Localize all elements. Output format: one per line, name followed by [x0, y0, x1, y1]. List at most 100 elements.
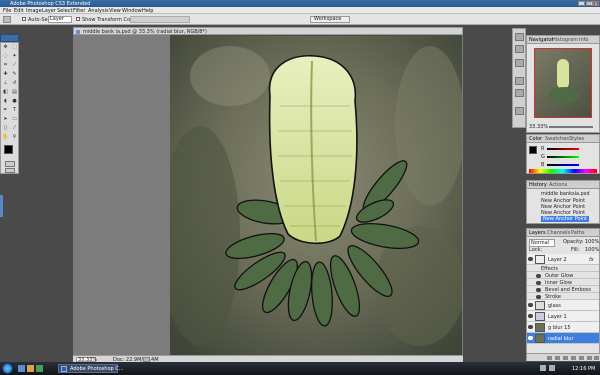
- color-fg-swatch[interactable]: [529, 146, 537, 154]
- tray-icon-network[interactable]: [540, 365, 546, 371]
- eraser-tool-icon[interactable]: ◧: [2, 89, 9, 96]
- clone-stamp-tool-icon[interactable]: ⊥: [2, 80, 9, 87]
- pen-tool-icon[interactable]: ✒: [2, 107, 9, 114]
- blur-tool-icon[interactable]: ◖: [2, 98, 9, 105]
- effect-row[interactable]: Inner Glow: [527, 279, 599, 286]
- new-group-icon[interactable]: [579, 356, 584, 360]
- close-button[interactable]: x: [593, 1, 599, 6]
- crop-tool-icon[interactable]: ⌗: [2, 62, 9, 69]
- notes-tool-icon[interactable]: ▯: [2, 125, 9, 132]
- panel-icon-3[interactable]: [515, 59, 524, 67]
- effect-row[interactable]: Outer Glow: [527, 272, 599, 279]
- taskbar-app-button[interactable]: Adobe Photoshop C...: [58, 364, 124, 373]
- tools-panel-header[interactable]: [0, 34, 19, 42]
- tab-histogram[interactable]: Histogram: [552, 37, 578, 43]
- history-brush-tool-icon[interactable]: ↺: [11, 80, 18, 87]
- add-mask-icon[interactable]: [563, 356, 568, 360]
- eye-icon[interactable]: [536, 281, 541, 285]
- magic-wand-tool-icon[interactable]: ✦: [11, 53, 18, 60]
- panel-icon-4[interactable]: [515, 77, 524, 85]
- path-selection-tool-icon[interactable]: ➤: [2, 116, 9, 123]
- healing-brush-tool-icon[interactable]: ✚: [2, 71, 9, 78]
- eye-icon[interactable]: [528, 303, 533, 307]
- effect-row[interactable]: Stroke: [527, 293, 599, 300]
- hand-tool-icon[interactable]: ✋: [2, 134, 9, 141]
- tab-paths[interactable]: Paths: [571, 230, 585, 236]
- type-tool-icon[interactable]: T: [11, 107, 18, 114]
- panel-icon-2[interactable]: [515, 45, 524, 53]
- navigator-zoom[interactable]: 33.33%: [529, 124, 548, 130]
- panel-icon-1[interactable]: [515, 33, 524, 41]
- maximize-button[interactable]: □: [586, 1, 593, 6]
- tab-styles[interactable]: Styles: [569, 136, 584, 142]
- channel-r-slider[interactable]: [547, 148, 579, 150]
- navigator-thumbnail[interactable]: [534, 48, 592, 118]
- effects-row[interactable]: Effects: [527, 265, 599, 272]
- adjustment-layer-icon[interactable]: [571, 356, 576, 360]
- panel-icon-5[interactable]: [515, 89, 524, 97]
- auto-select-checkbox[interactable]: [22, 17, 26, 21]
- start-button[interactable]: [2, 363, 13, 374]
- effect-row[interactable]: Bevel and Emboss: [527, 286, 599, 293]
- history-item-selected[interactable]: New Anchor Point: [541, 216, 590, 222]
- layer-row[interactable]: Layer 2 fx: [527, 254, 599, 265]
- delete-layer-icon[interactable]: [594, 356, 599, 360]
- workspace-dropdown[interactable]: Workspace: [310, 16, 350, 23]
- eye-icon[interactable]: [536, 295, 541, 299]
- layer-row-selected[interactable]: radial blur: [527, 333, 599, 344]
- tab-swatches[interactable]: Swatches: [545, 136, 569, 142]
- navigator-zoom-slider[interactable]: [549, 126, 593, 128]
- channel-b-slider[interactable]: [547, 164, 579, 166]
- panel-icon-6[interactable]: [515, 107, 524, 115]
- new-layer-icon[interactable]: [587, 356, 592, 360]
- tab-navigator[interactable]: Navigator: [529, 37, 553, 43]
- eye-icon[interactable]: [528, 257, 533, 261]
- tab-history[interactable]: History: [529, 182, 547, 188]
- tab-layers[interactable]: Layers: [529, 230, 546, 236]
- tab-info[interactable]: Info: [579, 37, 588, 43]
- tray-icon-volume[interactable]: [549, 365, 555, 371]
- move-tool-icon[interactable]: ✥: [2, 44, 9, 51]
- auto-select-dropdown[interactable]: Layer: [48, 16, 72, 23]
- gradient-tool-icon[interactable]: ▤: [11, 89, 18, 96]
- screen-mode-button[interactable]: [5, 168, 15, 173]
- shape-tool-icon[interactable]: ▭: [11, 116, 18, 123]
- quick-mask-button[interactable]: [5, 161, 15, 167]
- document-canvas[interactable]: [170, 36, 462, 355]
- lasso-tool-icon[interactable]: ◌: [2, 53, 9, 60]
- align-buttons-group[interactable]: [130, 16, 190, 23]
- layer-row[interactable]: glass: [527, 300, 599, 311]
- eye-icon[interactable]: [536, 288, 541, 292]
- marquee-tool-icon[interactable]: ⬚: [11, 44, 18, 51]
- fx-icon[interactable]: fx: [589, 257, 594, 263]
- foreground-color-swatch[interactable]: [4, 145, 13, 154]
- color-spectrum-bar[interactable]: [529, 169, 597, 173]
- show-transform-checkbox[interactable]: [76, 17, 80, 21]
- minimize-button[interactable]: _: [578, 1, 585, 6]
- quicklaunch-icon-1[interactable]: [18, 365, 25, 372]
- layer-row[interactable]: g blur 15: [527, 322, 599, 333]
- opacity-value[interactable]: 100%: [585, 239, 599, 245]
- link-layers-icon[interactable]: [547, 356, 552, 360]
- brush-tool-icon[interactable]: ✎: [11, 71, 18, 78]
- tab-color[interactable]: Color: [529, 136, 542, 142]
- add-style-icon[interactable]: [555, 356, 560, 360]
- document-tab[interactable]: middle bank ia.psd @ 33.3% (radial blur,…: [73, 27, 463, 35]
- quicklaunch-icon-3[interactable]: [36, 365, 43, 372]
- zoom-tool-icon[interactable]: ⚲: [11, 134, 18, 141]
- dodge-tool-icon[interactable]: ●: [11, 98, 18, 105]
- eye-icon[interactable]: [528, 325, 533, 329]
- eye-icon[interactable]: [528, 336, 533, 340]
- eye-icon[interactable]: [536, 274, 541, 278]
- move-tool-preset-icon[interactable]: [3, 16, 11, 23]
- layer-row[interactable]: Layer 1: [527, 311, 599, 322]
- eye-icon[interactable]: [528, 314, 533, 318]
- fill-value[interactable]: 100%: [585, 247, 599, 253]
- quicklaunch-icon-2[interactable]: [27, 365, 34, 372]
- slice-tool-icon[interactable]: ⟋: [11, 62, 18, 69]
- blend-mode-dropdown[interactable]: Normal: [529, 239, 555, 247]
- tab-actions[interactable]: Actions: [549, 182, 567, 188]
- channel-g-slider[interactable]: [547, 156, 579, 158]
- tab-channels[interactable]: Channels: [547, 230, 570, 236]
- history-snapshot[interactable]: middle banksia.psd: [541, 191, 590, 197]
